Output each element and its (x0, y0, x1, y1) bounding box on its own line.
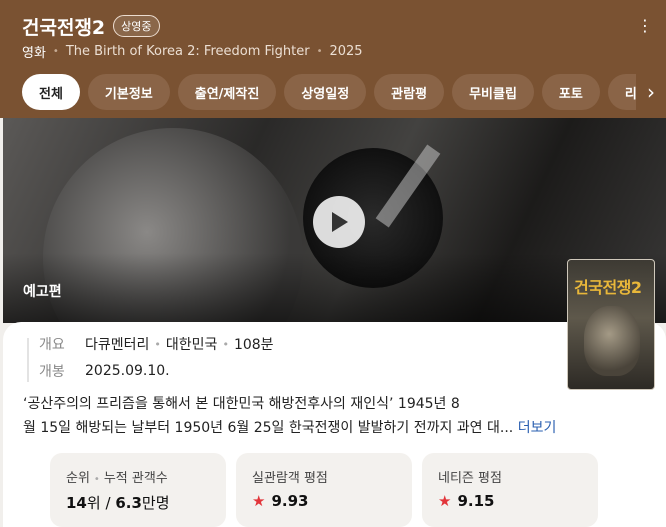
separator-dot: • (316, 46, 323, 57)
play-icon[interactable] (313, 196, 365, 248)
overview-genre[interactable]: 다큐멘터리 (85, 334, 149, 354)
real-audience-score: 9.93 (271, 492, 309, 510)
overview-label: 개요 (39, 337, 65, 353)
audience-label: 누적 관객수 (103, 471, 168, 486)
tab-bar: 전체 기본정보 출연/제작진 상영일정 관람평 무비클립 포토 리뷰 (22, 74, 666, 110)
tab-cast-crew[interactable]: 출연/제작진 (177, 74, 277, 110)
poster-tagline (574, 264, 648, 270)
real-audience-label: 실관람객 평점 (252, 471, 328, 486)
rank-label: 순위 (66, 471, 90, 486)
rank-audience-label: 순위 • 누적 관객수 (66, 467, 210, 486)
movie-panel: 건국전쟁2 상영중 ⋮ 영화 • The Birth of Korea 2: F… (0, 0, 666, 527)
synopsis: ‘공산주의의 프리즘을 통해서 본 대한민국 해방전후사의 재인식’ 1945년… (23, 392, 653, 440)
netizen-label: 네티즌 평점 (438, 471, 502, 486)
audience-value: 6.3 (115, 493, 142, 512)
meta-year: 2025 (329, 44, 363, 59)
release-row: 개봉 2025.09.10. (39, 361, 170, 381)
more-link[interactable]: 더보기 (518, 420, 557, 436)
tab-movie-clips[interactable]: 무비클립 (452, 74, 534, 110)
netizen-rating-card[interactable]: 네티즌 평점 ★ 9.15 (422, 453, 598, 527)
overview-runtime: 108분 (233, 337, 274, 353)
audience-unit: 만명 (141, 494, 170, 512)
rank-audience-card[interactable]: 순위 • 누적 관객수 14 위 / 6.3 만명 (50, 453, 226, 527)
meta-english-title: The Birth of Korea 2: Freedom Fighter (65, 44, 310, 59)
tab-schedule[interactable]: 상영일정 (284, 74, 367, 110)
chevron-right-icon[interactable]: › (636, 74, 666, 110)
rank-audience-value: 14 위 / 6.3 만명 (66, 492, 210, 513)
status-badge: 상영중 (113, 15, 160, 37)
rank-value: 14 (66, 493, 87, 512)
meta-genre: 영화 (22, 46, 46, 61)
overview-row: 개요 다큐멘터리 • 대한민국 • 108분 (39, 334, 274, 354)
star-icon: ★ (438, 492, 452, 510)
more-vertical-icon[interactable]: ⋮ (637, 16, 653, 35)
synopsis-line-2: 월 15일 해방되는 날부터 1950년 6월 25일 한국전쟁이 발발하기 전… (23, 416, 653, 440)
info-divider (27, 338, 29, 382)
rank-unit: 위 (86, 494, 101, 512)
real-audience-rating-card[interactable]: 실관람객 평점 ★ 9.93 (236, 453, 412, 527)
poster-title: 건국전쟁2 (574, 278, 642, 297)
tab-all[interactable]: 전체 (22, 74, 80, 110)
release-date: 2025.09.10. (85, 363, 170, 379)
movie-meta: 영화 • The Birth of Korea 2: Freedom Fight… (22, 42, 363, 61)
trailer-label: 예고편 (23, 284, 62, 300)
star-icon: ★ (252, 492, 266, 510)
netizen-score: 9.15 (457, 492, 495, 510)
separator-dot: • (154, 337, 161, 351)
movie-title[interactable]: 건국전쟁2 (22, 13, 105, 40)
movie-poster[interactable]: 건국전쟁2 (567, 259, 655, 390)
separator-dot: • (93, 474, 100, 485)
title-row: 건국전쟁2 상영중 (22, 12, 160, 40)
synopsis-line-2-text: 월 15일 해방되는 날부터 1950년 6월 25일 한국전쟁이 발발하기 전… (23, 420, 514, 436)
separator-dot: • (52, 46, 59, 57)
tab-photos[interactable]: 포토 (541, 74, 600, 110)
movie-header: 건국전쟁2 상영중 ⋮ 영화 • The Birth of Korea 2: F… (0, 0, 666, 118)
real-audience-score-row: ★ 9.93 (252, 492, 396, 510)
separator-dot: • (222, 337, 229, 351)
stats-row: 순위 • 누적 관객수 14 위 / 6.3 만명 실관람객 평점 ★ 9.93 네티즌 … (50, 453, 598, 527)
poster-portrait (584, 306, 640, 376)
tab-basic-info[interactable]: 기본정보 (87, 74, 170, 110)
synopsis-line-1: ‘공산주의의 프리즘을 통해서 본 대한민국 해방전후사의 재인식’ 1945년… (23, 396, 460, 412)
netizen-score-row: ★ 9.15 (438, 492, 582, 510)
overview-country: 대한민국 (165, 337, 218, 353)
poster-subtitle (578, 295, 580, 301)
stat-divider: / (105, 493, 111, 512)
tab-reviews[interactable]: 관람평 (374, 74, 445, 110)
release-label: 개봉 (39, 364, 65, 380)
